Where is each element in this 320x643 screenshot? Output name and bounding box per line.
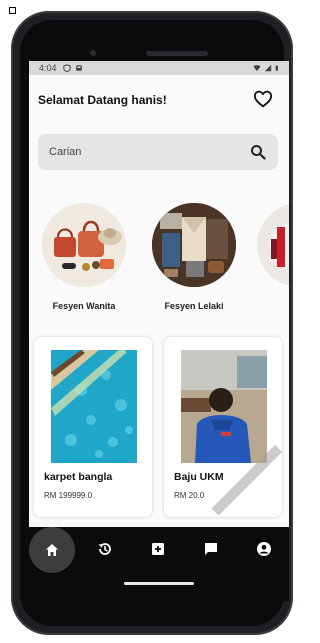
notification-icon <box>75 65 82 71</box>
bottom-navigation <box>29 527 289 601</box>
product-image-baju[interactable] <box>181 350 267 463</box>
shield-icon <box>62 64 71 72</box>
heart-icon[interactable] <box>253 90 273 108</box>
category-fesyen-lelaki[interactable]: Fesyen Lelaki <box>149 203 239 311</box>
product-name: Baju UKM <box>174 471 224 483</box>
product-price: RM 199999.0 <box>44 491 93 500</box>
product-card[interactable]: Baju UKM RM 20.0 <box>164 337 282 517</box>
search-input[interactable]: Carian <box>49 146 81 158</box>
product-grid: karpet bangla RM 199999.0 Baju UKM RM 20… <box>29 337 289 527</box>
product-card[interactable]: karpet bangla RM 199999.0 <box>34 337 152 517</box>
earpiece-speaker <box>146 51 208 56</box>
home-icon[interactable] <box>44 542 60 558</box>
category-image-lelaki[interactable] <box>152 203 236 287</box>
category-partial[interactable] <box>257 203 289 287</box>
product-image-carpet[interactable] <box>51 350 137 463</box>
frame-corner-marker <box>9 7 16 14</box>
signal-icon <box>264 64 272 72</box>
category-label-lelaki: Fesyen Lelaki <box>164 301 224 311</box>
battery-icon <box>275 65 278 71</box>
category-label-wanita: Fesyen Wanita <box>52 301 116 311</box>
product-price: RM 20.0 <box>174 491 205 500</box>
search-bar[interactable]: Carian <box>38 134 278 170</box>
category-row: Fesyen Wanita Fesyen Lelaki <box>29 203 289 323</box>
greeting-title: Selamat Datang hanis! <box>38 93 167 107</box>
chat-icon[interactable] <box>203 541 219 557</box>
category-image-partial[interactable] <box>257 203 289 287</box>
gesture-home-indicator[interactable] <box>124 582 194 585</box>
status-time: 4:04 <box>39 63 57 73</box>
wifi-icon <box>253 65 261 72</box>
add-box-icon[interactable] <box>150 541 166 557</box>
nav-home-button[interactable] <box>29 527 75 573</box>
category-image-wanita[interactable] <box>42 203 126 287</box>
account-icon[interactable] <box>256 541 272 557</box>
status-bar: 4:04 <box>29 61 289 75</box>
product-name: karpet bangla <box>44 471 113 483</box>
category-fesyen-wanita[interactable]: Fesyen Wanita <box>39 203 129 311</box>
app-screen: 4:04 Selamat Datang hanis! Carian Fesyen… <box>29 61 289 601</box>
front-camera <box>90 50 96 56</box>
history-icon[interactable] <box>97 541 113 557</box>
search-icon[interactable] <box>250 144 266 160</box>
